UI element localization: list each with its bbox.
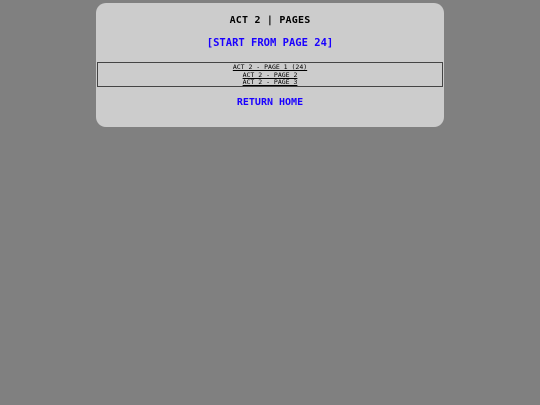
page-title: ACT 2 | PAGES	[229, 15, 311, 26]
page-list: ACT 2 - PAGE 1 (24) ACT 2 - PAGE 2 ACT 2…	[97, 62, 443, 87]
pages-panel: ACT 2 | PAGES [START FROM PAGE 24] ACT 2…	[96, 3, 444, 127]
return-home-link[interactable]: RETURN HOME	[96, 97, 444, 108]
start-from-page-link[interactable]: [START FROM PAGE 24]	[96, 37, 444, 49]
page-link-3[interactable]: ACT 2 - PAGE 3	[98, 79, 442, 87]
